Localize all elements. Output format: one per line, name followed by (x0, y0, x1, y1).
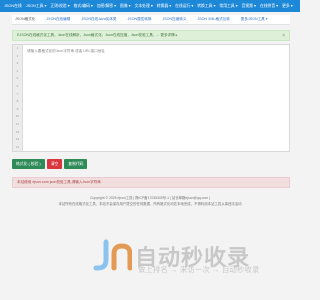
top-nav-item[interactable]: 在线拼音 ▾ (260, 3, 278, 9)
top-nav-item[interactable]: 音视频 ▾ (242, 3, 256, 9)
top-nav-item[interactable]: 图像 ▾ (120, 3, 131, 9)
brand-slogan: 做上排名 → 来访一次 → 自动秒收录 (138, 265, 260, 274)
top-nav-item[interactable]: 加密/解密 ▾ (97, 3, 116, 9)
line-number: 6 (16, 83, 19, 88)
line-number: 4 (16, 68, 19, 73)
clear-button[interactable]: 清空 (46, 159, 63, 169)
top-nav-item[interactable]: JSON在线 (4, 4, 22, 9)
top-nav-item[interactable]: 在线运行 ▾ (175, 3, 193, 9)
line-number: 7 (16, 91, 19, 96)
line-number: 13 (15, 137, 20, 142)
line-number-gutter: 1 2 3 4 5 6 7 8 9 10 11 12 13 14 (13, 45, 23, 151)
footer: Copyright © 2025 ejson工具 | 豫ICP备17035305… (0, 196, 300, 207)
brand-logo-icon (93, 239, 132, 271)
action-buttons: 格式化 ( 校验 ) 清空 复制代码 (12, 159, 88, 169)
json-input-editor[interactable]: 1 2 3 4 5 6 7 8 9 10 11 12 13 14 请输入要格式化的Json字符串 或者 U… (12, 44, 290, 152)
line-number: 2 (16, 53, 19, 58)
top-navigation: JSON在线 JSON工具 ▾ 正则/校验 ▾ 格式/编码 ▾ 加密/解密 ▾ 图像 ▾ 文… (0, 0, 300, 12)
tool-tab[interactable]: JSON属性转换 (128, 17, 152, 22)
line-number: 12 (15, 129, 20, 134)
footer-disclaimer: 本站所有在线格式化工具，本站不会保存用户提交的任何数据，所有格式化均在本地完成。… (58, 201, 242, 206)
top-nav-item[interactable]: 文本处理 ▾ (135, 3, 153, 9)
top-nav-item[interactable]: 格式/编码 ▾ (74, 3, 93, 9)
line-number: 10 (15, 114, 20, 119)
top-nav-item[interactable]: 正则/校验 ▾ (50, 3, 69, 9)
tool-tab[interactable]: JSON格式化 (15, 17, 35, 22)
top-nav-item[interactable]: 转换器 ▾ (157, 3, 171, 9)
tool-tab[interactable]: 更多JSON工具 ▾ (241, 17, 268, 22)
line-number: 9 (16, 106, 19, 111)
close-icon[interactable]: × (282, 33, 285, 39)
line-number: 8 (16, 99, 19, 104)
line-number: 11 (15, 121, 20, 126)
top-nav-item[interactable]: 常用工具 ▾ (219, 3, 237, 9)
tool-tab[interactable]: JSON在线Java实体类 (81, 17, 116, 22)
info-notice: EJSON在线格式化工具，Json在线解析，Json格式化，Json在线压缩，J… (12, 30, 290, 41)
tip-text: 本站使用 ejson.com json校验工具,请输入Json字符串 (17, 180, 101, 184)
top-nav-item[interactable]: 更多 ▾ (282, 3, 293, 9)
line-number: 5 (16, 76, 19, 81)
notice-text: EJSON在线格式化工具，Json在线解析，Json格式化，Json在线压缩，J… (17, 33, 178, 37)
tool-tab[interactable]: JSON XML格式互转 (197, 17, 229, 22)
line-number: 14 (15, 144, 20, 149)
top-nav-item[interactable]: 转换工具 ▾ (197, 3, 215, 9)
line-number: 3 (16, 61, 19, 66)
editor-placeholder: 请输入要格式化的Json字符串 或者 URL接口地址 (27, 49, 105, 53)
watermark-logo: 自动秒收录 做上排名 → 来访一次 → 自动秒收录 (0, 232, 300, 300)
line-number: 1 (16, 46, 19, 50)
copy-code-button[interactable]: 复制代码 (64, 159, 88, 169)
tool-tab[interactable]: JSON在线编辑 (46, 17, 70, 22)
validation-tip: 本站使用 ejson.com json校验工具,请输入Json字符串 (12, 177, 290, 188)
tool-tab[interactable]: JSON压缩转义 (162, 17, 186, 22)
format-button[interactable]: 格式化 ( 校验 ) (12, 159, 45, 169)
top-nav-item[interactable]: JSON工具 ▾ (26, 3, 47, 9)
json-tool-tabs: JSON格式化 JSON在线编辑 JSON在线Java实体类 JSON属性转换 JSON… (12, 15, 290, 25)
